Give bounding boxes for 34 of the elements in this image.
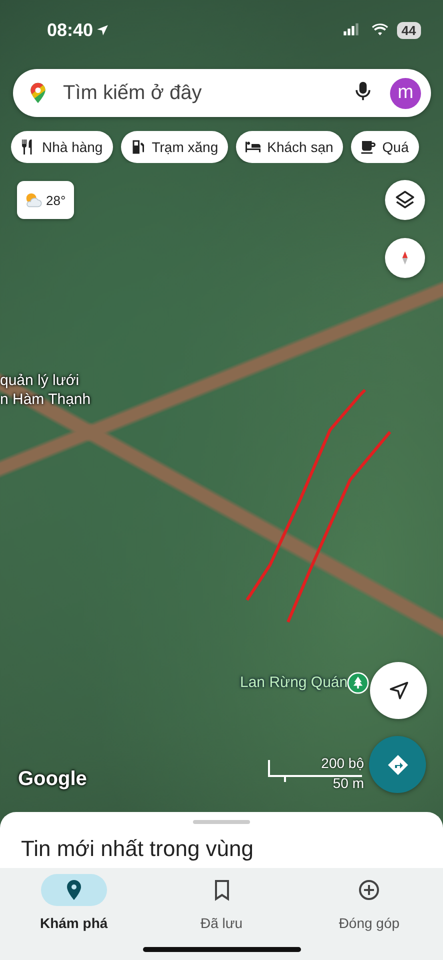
nav-tab[interactable]: Đã lưu — [148, 868, 296, 960]
location-arrow-icon — [96, 24, 110, 36]
nav-tab[interactable]: Khám phá — [0, 868, 148, 960]
scale-imperial-text: 200 bộ — [321, 755, 364, 771]
nav-tab[interactable]: Đóng góp — [295, 868, 443, 960]
battery-level: 44 — [396, 22, 421, 38]
layers-icon — [394, 189, 416, 211]
map-label: n Hàm Thạnh — [0, 391, 91, 408]
drag-handle[interactable] — [193, 820, 250, 824]
profile-avatar[interactable]: m — [390, 78, 421, 108]
category-chip[interactable]: Khách sạn — [236, 131, 344, 163]
layers-button[interactable] — [385, 180, 425, 220]
my-location-button[interactable] — [370, 662, 427, 719]
navigation-arrow-icon — [388, 680, 410, 702]
search-field[interactable]: Tìm kiếm ở đây m — [13, 69, 431, 117]
directions-icon — [386, 752, 410, 776]
category-chip[interactable]: Quá — [351, 131, 419, 163]
bottom-sheet[interactable]: Tin mới nhất trong vùng — [0, 812, 443, 868]
category-chip[interactable]: Nhà hàng — [11, 131, 113, 163]
tree-pin-icon — [347, 672, 369, 694]
clock-time: 08:40 — [47, 20, 94, 40]
plus-circle-icon — [357, 878, 382, 902]
cup-icon — [359, 138, 378, 156]
weather-badge[interactable]: 28° — [17, 181, 74, 219]
category-chip[interactable]: Trạm xăng — [120, 131, 228, 163]
compass-button[interactable] — [385, 238, 425, 278]
map-attribution: Google — [18, 768, 87, 791]
map-label: quản lý lưới — [0, 372, 80, 389]
place-label[interactable]: Lan Rừng Quán — [240, 674, 348, 691]
temperature-text: 28° — [46, 192, 66, 208]
scale-metric-text: 50 m — [332, 775, 364, 791]
wifi-icon — [370, 22, 390, 38]
directions-button[interactable] — [369, 736, 426, 793]
sheet-title: Tin mới nhất trong vùng — [21, 836, 255, 862]
